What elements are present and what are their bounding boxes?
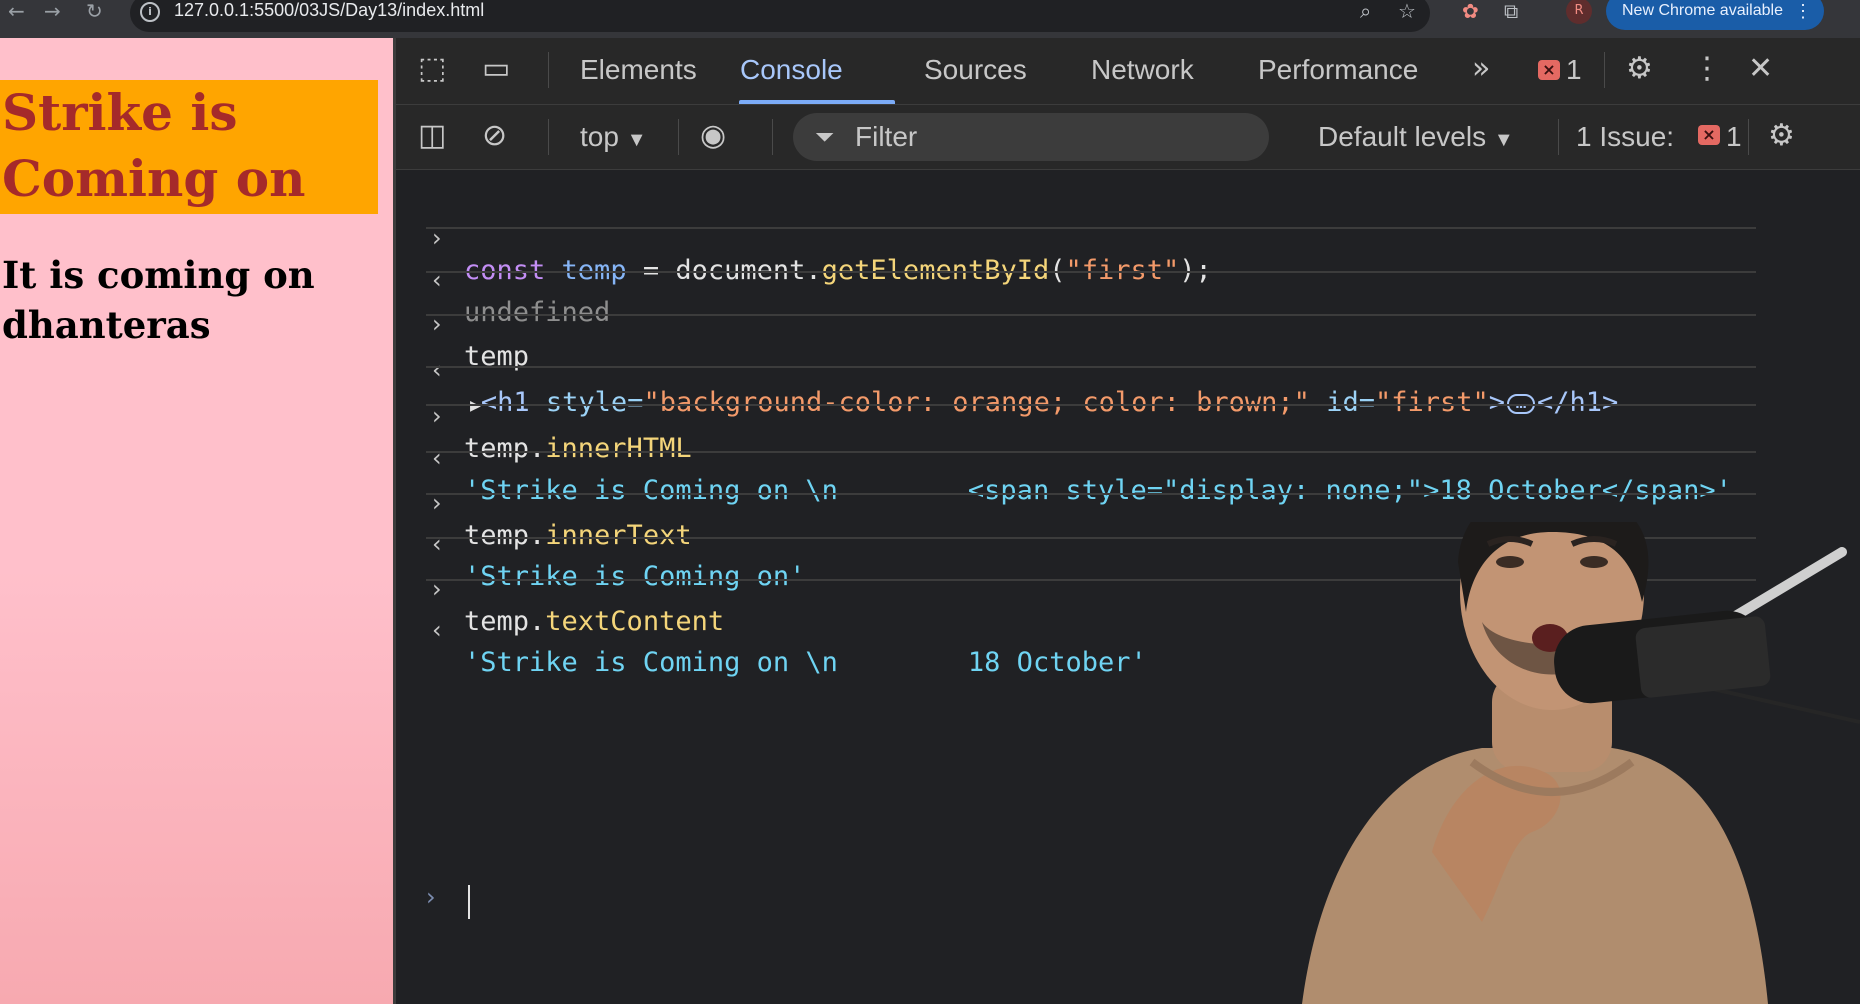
tab-console[interactable]: Console <box>740 54 843 86</box>
tab-elements[interactable]: Elements <box>580 54 697 86</box>
chrome-update-button[interactable]: New Chrome available ⋮ <box>1606 0 1824 30</box>
prompt-chevron-icon: › <box>426 883 436 911</box>
row-divider <box>426 314 1756 316</box>
divider <box>548 119 549 155</box>
live-expression-eye-icon[interactable]: ◉ <box>700 119 726 153</box>
zoom-icon[interactable]: ⌕ <box>1360 0 1371 22</box>
gear-icon[interactable]: ⚙ <box>1626 52 1653 86</box>
bookmark-star-icon[interactable]: ☆ <box>1398 0 1416 22</box>
issue-icon[interactable]: × <box>1698 125 1720 145</box>
forward-icon[interactable]: → <box>44 0 61 22</box>
divider <box>772 119 773 155</box>
tab-network[interactable]: Network <box>1091 54 1194 86</box>
more-vert-icon[interactable]: ⋮ <box>1692 52 1722 86</box>
log-levels-label: Default levels <box>1318 121 1487 152</box>
dropdown-icon: ▼ <box>626 129 647 151</box>
console-result: 'Strike is Coming on \n 18 October' <box>464 647 1147 678</box>
active-tab-indicator <box>739 100 895 104</box>
dropdown-icon: ▼ <box>1493 129 1514 151</box>
close-icon[interactable]: ✕ <box>1748 52 1773 86</box>
reload-icon[interactable]: ↻ <box>86 0 103 22</box>
update-label: New Chrome available <box>1622 2 1783 19</box>
row-divider <box>426 493 1756 495</box>
page-heading: Strike is Coming on <box>0 80 378 214</box>
filter-field[interactable]: ⏷ <box>793 113 1269 161</box>
tab-performance[interactable]: Performance <box>1258 54 1418 86</box>
browser-toolbar: ← → ↻ i 127.0.0.1:5500/03JS/Day13/index.… <box>0 0 1860 38</box>
console-settings-gear-icon[interactable]: ⚙ <box>1768 119 1795 153</box>
log-levels-dropdown[interactable]: Default levels ▼ <box>1318 121 1514 153</box>
console-toolbar: ◫ ⊘ top ▼ ◉ ⏷ Default levels ▼ 1 Issue: … <box>396 105 1860 170</box>
more-vert-icon: ⋮ <box>1794 1 1812 21</box>
page-paragraph: It is coming on dhanteras <box>2 253 315 347</box>
url-text[interactable]: 127.0.0.1:5500/03JS/Day13/index.html <box>174 0 484 21</box>
filter-funnel-icon: ⏷ <box>815 123 835 151</box>
extensions-puzzle-icon[interactable]: ⧉ <box>1504 0 1518 22</box>
divider <box>678 119 679 155</box>
devtools-tabbar: ⬚ ▭ Elements Console Sources Network Per… <box>396 38 1860 105</box>
error-icon[interactable]: × <box>1538 60 1560 80</box>
avatar[interactable]: R <box>1566 0 1592 24</box>
row-divider <box>426 227 1756 229</box>
site-info-icon[interactable]: i <box>140 2 160 22</box>
console-prompt-cursor[interactable] <box>468 885 470 919</box>
inspect-element-icon[interactable]: ⬚ <box>418 52 446 86</box>
webcam-overlay <box>1302 522 1860 1004</box>
issues-label[interactable]: 1 Issue: <box>1576 121 1674 153</box>
back-icon[interactable]: ← <box>8 0 25 22</box>
page-viewport: Strike is Coming on It is coming on dhan… <box>0 38 393 1004</box>
divider <box>1604 52 1605 88</box>
clear-console-icon[interactable]: ⊘ <box>482 119 507 153</box>
device-toolbar-icon[interactable]: ▭ <box>482 52 510 86</box>
tab-sources[interactable]: Sources <box>924 54 1027 86</box>
sidebar-toggle-icon[interactable]: ◫ <box>418 119 446 153</box>
row-divider <box>426 451 1756 453</box>
row-divider <box>426 404 1756 406</box>
extension-icon[interactable]: ✿ <box>1462 0 1479 22</box>
issues-count[interactable]: 1 <box>1726 121 1742 153</box>
context-selector[interactable]: top ▼ <box>580 121 647 153</box>
output-arrow-icon: ‹ <box>432 616 442 644</box>
more-tabs-chevron-icon[interactable]: » <box>1472 52 1490 86</box>
divider <box>548 52 549 88</box>
divider <box>1748 119 1749 155</box>
divider <box>1558 119 1559 155</box>
row-divider <box>426 271 1756 273</box>
error-count[interactable]: 1 <box>1566 54 1582 86</box>
context-label: top <box>580 121 619 152</box>
row-divider <box>426 366 1756 368</box>
filter-input[interactable] <box>853 119 1257 155</box>
